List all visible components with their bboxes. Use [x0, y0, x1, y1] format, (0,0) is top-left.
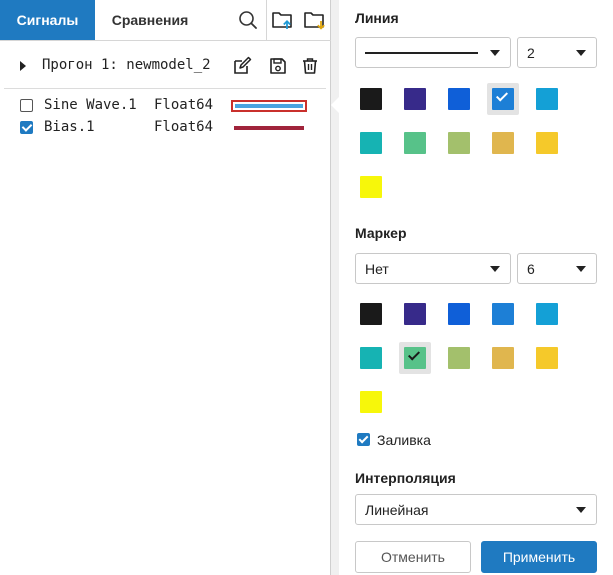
- fill-checkbox[interactable]: [357, 433, 370, 446]
- color-swatch[interactable]: [492, 88, 514, 110]
- line-width-value: 2: [527, 45, 535, 61]
- line-style-sample[interactable]: [231, 100, 307, 112]
- signal-style-editor: Сигналы Сравнения Прогон 1: newmodel_2 S…: [0, 0, 613, 575]
- chevron-down-icon: [576, 507, 586, 513]
- run-label: Прогон 1: newmodel_2: [42, 57, 211, 73]
- color-swatch[interactable]: [448, 88, 470, 110]
- marker-type-select[interactable]: Нет: [355, 253, 511, 284]
- interpolation-title: Интерполяция: [355, 470, 456, 486]
- chevron-down-icon: [490, 50, 500, 56]
- color-swatch[interactable]: [360, 176, 382, 198]
- color-swatch[interactable]: [404, 347, 426, 369]
- line-section-title: Линия: [355, 10, 399, 26]
- color-swatch[interactable]: [360, 303, 382, 325]
- checkmark-icon: [407, 348, 421, 361]
- interpolation-value: Линейная: [365, 502, 429, 518]
- chevron-down-icon: [576, 50, 586, 56]
- marker-size-value: 6: [527, 261, 535, 277]
- fill-label: Заливка: [377, 432, 431, 448]
- signals-panel: Сигналы Сравнения Прогон 1: newmodel_2 S…: [0, 0, 331, 575]
- color-swatch[interactable]: [492, 303, 514, 325]
- color-swatch[interactable]: [360, 88, 382, 110]
- apply-button[interactable]: Применить: [481, 541, 597, 573]
- signal-row[interactable]: Bias.1 Float64: [0, 118, 331, 138]
- line-style-select[interactable]: [355, 37, 511, 68]
- save-icon[interactable]: [266, 54, 290, 78]
- line-color-bar: [234, 126, 304, 130]
- color-swatch[interactable]: [536, 88, 558, 110]
- color-swatch[interactable]: [536, 303, 558, 325]
- checkmark-icon: [495, 89, 509, 102]
- interpolation-select[interactable]: Линейная: [355, 494, 597, 525]
- color-swatch[interactable]: [492, 132, 514, 154]
- signal-row[interactable]: Sine Wave.1 Float64: [0, 96, 331, 116]
- color-swatch[interactable]: [492, 347, 514, 369]
- trash-icon[interactable]: [298, 54, 322, 78]
- line-color-bar: [235, 104, 303, 108]
- marker-size-select[interactable]: 6: [517, 253, 597, 284]
- expand-triangle-icon[interactable]: [18, 60, 28, 72]
- marker-section-title: Маркер: [355, 225, 407, 241]
- color-swatch[interactable]: [360, 132, 382, 154]
- signal-checkbox[interactable]: [20, 121, 33, 134]
- tab-comparisons[interactable]: Сравнения: [95, 0, 205, 40]
- run-divider: [4, 88, 326, 89]
- color-swatch[interactable]: [360, 391, 382, 413]
- color-swatch[interactable]: [448, 347, 470, 369]
- color-swatch[interactable]: [404, 132, 426, 154]
- color-swatch[interactable]: [448, 132, 470, 154]
- tab-bar: Сигналы Сравнения: [0, 0, 331, 41]
- folder-download-icon[interactable]: [299, 0, 331, 40]
- signal-type: Float64: [154, 97, 214, 113]
- color-swatch[interactable]: [404, 88, 426, 110]
- color-swatch[interactable]: [360, 347, 382, 369]
- signal-type: Float64: [154, 119, 214, 135]
- signal-name: Sine Wave.1: [44, 97, 137, 113]
- chevron-down-icon: [576, 266, 586, 272]
- line-style-sample[interactable]: [231, 122, 307, 134]
- line-width-select[interactable]: 2: [517, 37, 597, 68]
- tab-signals[interactable]: Сигналы: [0, 0, 95, 40]
- signal-name: Bias.1: [44, 119, 95, 135]
- color-swatch[interactable]: [404, 303, 426, 325]
- edit-icon[interactable]: [230, 54, 254, 78]
- line-style-preview: [365, 52, 478, 54]
- folder-upload-icon[interactable]: [267, 0, 299, 40]
- signal-checkbox[interactable]: [20, 99, 33, 112]
- search-icon[interactable]: [232, 0, 264, 40]
- color-swatch[interactable]: [536, 347, 558, 369]
- chevron-down-icon: [490, 266, 500, 272]
- color-swatch[interactable]: [448, 303, 470, 325]
- style-settings-panel: Линия 2 Маркер Нет 6 Заливка Интерполяци…: [339, 0, 613, 575]
- color-swatch[interactable]: [536, 132, 558, 154]
- run-row[interactable]: Прогон 1: newmodel_2: [0, 48, 331, 84]
- marker-type-value: Нет: [365, 261, 389, 277]
- cancel-button[interactable]: Отменить: [355, 541, 471, 573]
